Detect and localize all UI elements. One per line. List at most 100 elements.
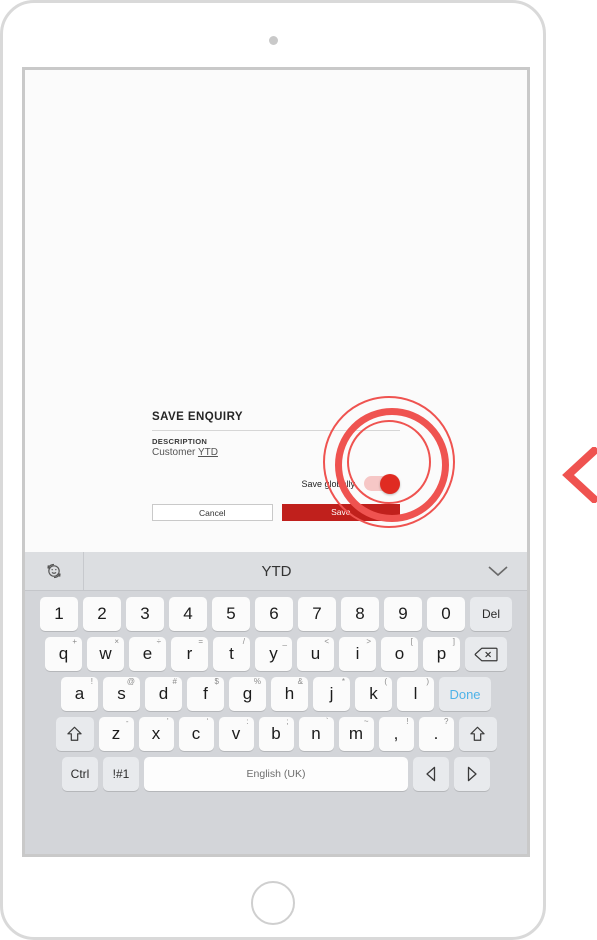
key-sup: [ (410, 637, 413, 646)
key-b[interactable]: ; b (258, 717, 294, 751)
key-5[interactable]: 5 (212, 597, 250, 631)
key-shift-right[interactable] (458, 717, 497, 751)
keyboard-row-asdf: ! a @ s # d $ f % g & h * j (k ) l Done (25, 677, 527, 711)
key-e[interactable]: ÷ e (129, 637, 166, 671)
key-sup: ] (452, 637, 455, 646)
key-y[interactable]: _ y (255, 637, 292, 671)
key-p[interactable]: ] p (423, 637, 460, 671)
key-sup: & (297, 677, 303, 686)
key-sup: ) (426, 677, 429, 686)
key-label: c (191, 724, 201, 743)
key-label: k (369, 684, 378, 703)
key-m[interactable]: ~ m (338, 717, 374, 751)
key-0[interactable]: 0 (427, 597, 465, 631)
front-camera-icon (269, 36, 278, 45)
key-shift-left[interactable] (55, 717, 94, 751)
key-label: 5 (226, 604, 236, 623)
keyboard-row-zxcv: -z ' x ‘c :v ; b ` n ~ m !, ?. (25, 717, 527, 751)
key-t[interactable]: / t (213, 637, 250, 671)
key-q[interactable]: + q (45, 637, 82, 671)
chevron-down-icon[interactable] (469, 564, 527, 578)
key-label: d (158, 684, 169, 703)
key-del[interactable]: Del (470, 597, 512, 631)
save-globally-label: Save globally (301, 478, 355, 489)
key-label: b (271, 724, 281, 743)
key-7[interactable]: 7 (298, 597, 336, 631)
key-x[interactable]: ' x (138, 717, 174, 751)
key-label: g (242, 684, 253, 703)
key-8[interactable]: 8 (341, 597, 379, 631)
tablet-device: SAVE ENQUIRY DESCRIPTION Customer YTD Sa… (0, 0, 546, 940)
key-3[interactable]: 3 (126, 597, 164, 631)
cancel-button[interactable]: Cancel (152, 504, 273, 521)
key-sup: ! (406, 717, 409, 726)
key-c[interactable]: ‘c (178, 717, 214, 751)
key-symbols[interactable]: !#1 (103, 757, 139, 791)
key-9[interactable]: 9 (384, 597, 422, 631)
key-k[interactable]: (k (355, 677, 392, 711)
suggestion-word[interactable]: YTD (84, 563, 469, 580)
home-button[interactable] (251, 881, 295, 925)
key-label: q (58, 644, 69, 663)
key-backspace[interactable] (465, 637, 507, 671)
key-1[interactable]: 1 (40, 597, 78, 631)
key-label: y (269, 644, 278, 663)
key-w[interactable]: × w (87, 637, 124, 671)
key-a[interactable]: ! a (61, 677, 98, 711)
key-r[interactable]: = r (171, 637, 208, 671)
key-label: a (74, 684, 85, 703)
key-label: 3 (140, 604, 150, 623)
key-d[interactable]: # d (145, 677, 182, 711)
suggestion-bar: YTD (25, 552, 527, 591)
key-u[interactable]: < u (297, 637, 334, 671)
key-label: l (413, 684, 418, 703)
key-j[interactable]: * j (313, 677, 350, 711)
key-n[interactable]: ` n (298, 717, 334, 751)
emoji-rotate-icon[interactable] (25, 552, 84, 590)
key-i[interactable]: > i (339, 637, 376, 671)
key-sup: × (114, 637, 119, 646)
key-sup: / (242, 637, 245, 646)
key-6[interactable]: 6 (255, 597, 293, 631)
key-label: v (231, 724, 241, 743)
key-4[interactable]: 4 (169, 597, 207, 631)
key-done[interactable]: Done (439, 677, 491, 711)
key-label: t (229, 644, 234, 663)
key-label: o (394, 644, 405, 663)
key-label: f (203, 684, 208, 703)
description-input[interactable]: Customer YTD (152, 447, 400, 458)
key-h[interactable]: & h (271, 677, 308, 711)
toggle-knob (380, 473, 400, 494)
description-value-text: Customer (152, 447, 198, 458)
key-label: s (117, 684, 126, 703)
key-sup: = (198, 637, 203, 646)
dialog-title: SAVE ENQUIRY (152, 411, 244, 423)
key-space[interactable]: English (UK) (144, 757, 408, 791)
save-globally-toggle[interactable] (364, 473, 400, 494)
key-period[interactable]: ?. (418, 717, 454, 751)
key-sup: % (253, 677, 261, 686)
key-g[interactable]: % g (229, 677, 266, 711)
save-globally-row: Save globally (152, 473, 400, 494)
save-button[interactable]: Save (281, 504, 400, 521)
key-label: 7 (312, 604, 322, 623)
key-sup: ÷ (156, 637, 161, 646)
key-sup: + (72, 637, 77, 646)
key-v[interactable]: :v (218, 717, 254, 751)
key-label: z (111, 724, 121, 743)
key-l[interactable]: ) l (397, 677, 434, 711)
key-s[interactable]: @ s (103, 677, 140, 711)
key-sup: ( (384, 677, 387, 686)
key-comma[interactable]: !, (378, 717, 414, 751)
key-ctrl[interactable]: Ctrl (62, 757, 98, 791)
key-z[interactable]: -z (98, 717, 134, 751)
key-sup: ; (286, 717, 289, 726)
key-label: n (311, 724, 321, 743)
key-arrow-left[interactable] (413, 757, 449, 791)
key-arrow-right[interactable] (454, 757, 490, 791)
key-2[interactable]: 2 (83, 597, 121, 631)
key-label: 6 (269, 604, 279, 623)
dialog-divider (152, 430, 400, 431)
key-o[interactable]: [o (381, 637, 418, 671)
key-f[interactable]: $ f (187, 677, 224, 711)
